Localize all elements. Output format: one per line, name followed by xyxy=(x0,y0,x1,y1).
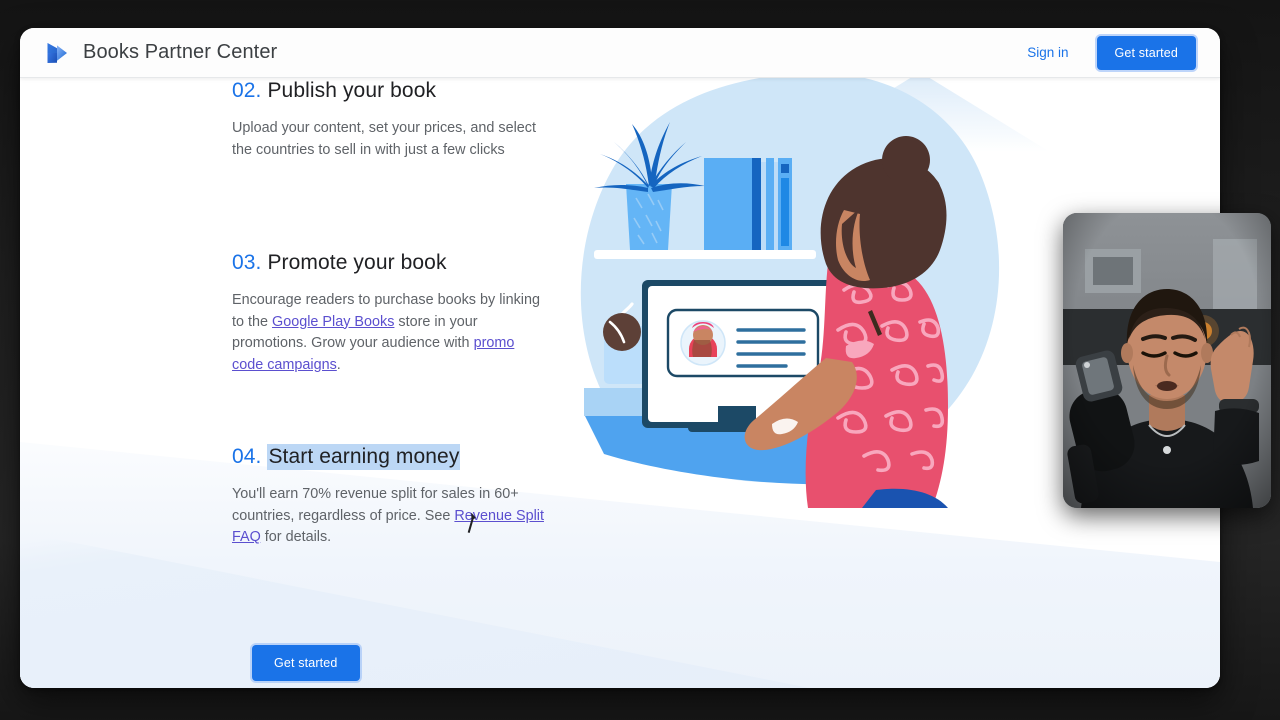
step-promote-your-book: 03. Promote your book Encourage readers … xyxy=(232,250,572,376)
header-actions: Sign in Get started xyxy=(1027,35,1196,70)
step-number: 02. xyxy=(232,79,262,102)
brand-logo-link[interactable]: Books Partner Center xyxy=(44,40,277,66)
presenter-webcam-overlay xyxy=(1063,213,1271,508)
step-title: Promote your book xyxy=(267,251,447,274)
step-body-text: . xyxy=(336,356,341,373)
step-body-text: for details. xyxy=(260,529,332,546)
step-body: You'll earn 70% revenue split for sales … xyxy=(232,484,544,549)
step-heading: 03. Promote your book xyxy=(232,250,572,276)
site-header: Books Partner Center Sign in Get started xyxy=(20,28,1220,78)
step-start-earning-money: 04. Start earning money You'll earn 70% … xyxy=(232,444,572,549)
browser-page: Books Partner Center Sign in Get started xyxy=(20,28,1220,688)
step-heading: 02. Publish your book xyxy=(232,78,572,104)
step-title-selected: Start earning money xyxy=(267,444,461,470)
sign-in-link[interactable]: Sign in xyxy=(1027,45,1068,60)
step-body: Encourage readers to purchase books by l… xyxy=(232,290,544,376)
brand-name: Books Partner Center xyxy=(83,41,278,63)
woman-at-desktop-computer-illustration xyxy=(576,78,1012,528)
step-publish-your-book: 02. Publish your book Upload your conten… xyxy=(232,78,572,161)
google-play-books-logo-icon xyxy=(44,40,70,66)
step-title: Publish your book xyxy=(267,79,437,102)
get-started-button-header[interactable]: Get started xyxy=(1096,35,1196,70)
get-started-button-bottom[interactable]: Get started xyxy=(252,645,360,681)
step-body-text: Upload your content, set your prices, an… xyxy=(232,120,536,158)
step-number: 04. xyxy=(232,445,262,468)
step-body: Upload your content, set your prices, an… xyxy=(232,118,544,161)
screen-capture: Books Partner Center Sign in Get started xyxy=(0,0,1280,720)
google-play-books-link[interactable]: Google Play Books xyxy=(272,314,394,330)
step-number: 03. xyxy=(232,251,262,274)
step-heading: 04. Start earning money xyxy=(232,444,572,470)
page-content: 02. Publish your book Upload your conten… xyxy=(20,78,1220,688)
